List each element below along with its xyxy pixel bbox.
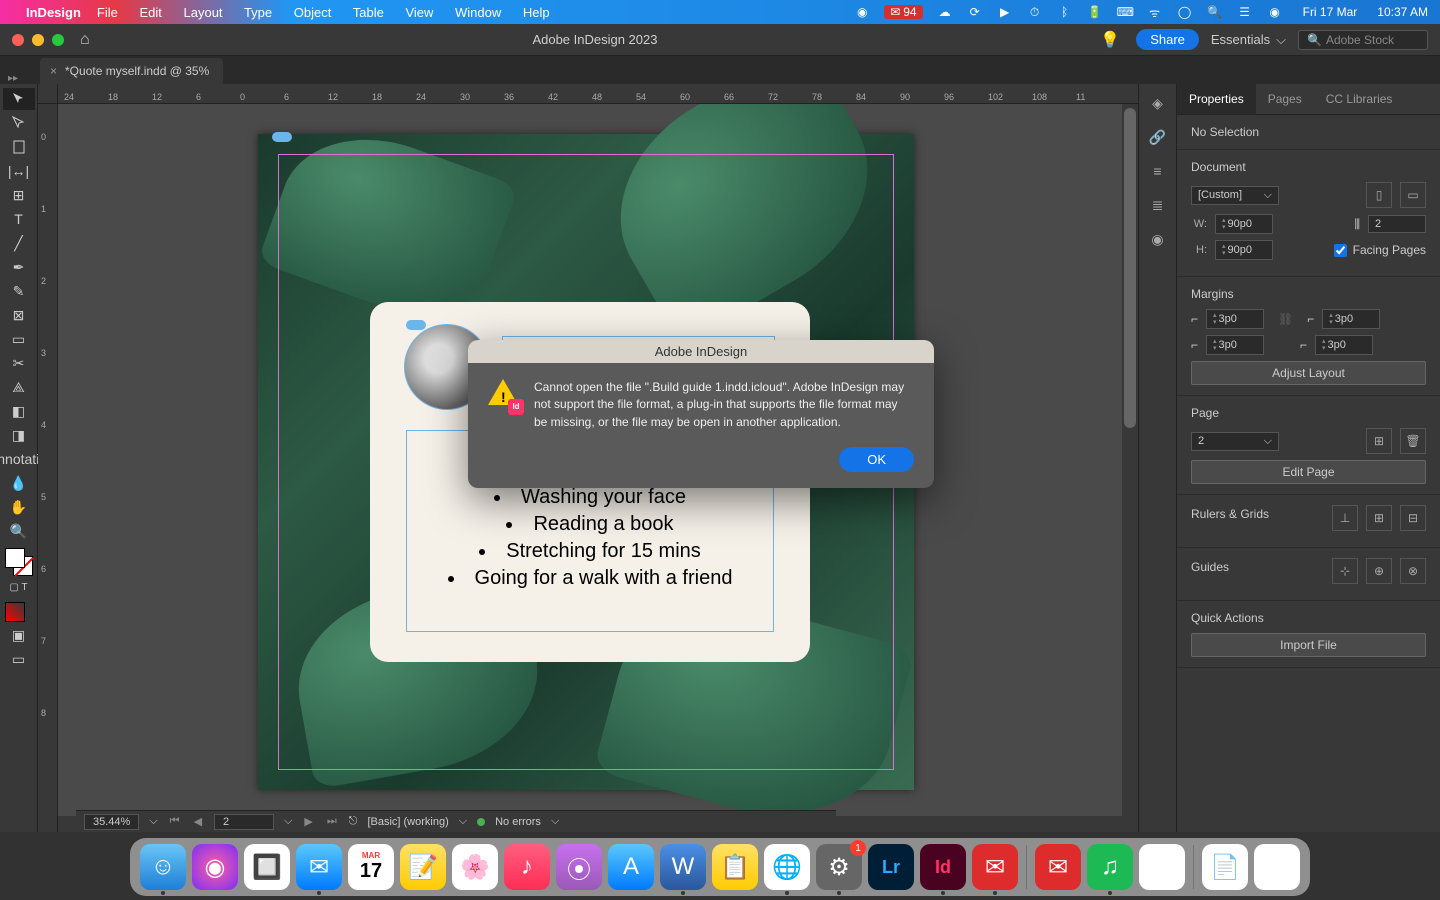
dock-trash[interactable]: 🗑: [1254, 844, 1300, 890]
dock-separator: [1026, 845, 1027, 889]
dock-separator: [1193, 845, 1194, 889]
dock-app-mail3[interactable]: ✉: [1035, 844, 1081, 890]
dock-badge: 1: [850, 840, 866, 856]
dock-launchpad[interactable]: 🔲: [244, 844, 290, 890]
dock-photos[interactable]: 🌸: [452, 844, 498, 890]
dock-finder[interactable]: ☺: [140, 844, 186, 890]
dock-calendar[interactable]: MAR17: [348, 844, 394, 890]
dock-podcasts[interactable]: ⦿: [556, 844, 602, 890]
dock-spotify[interactable]: ♫: [1087, 844, 1133, 890]
dock-chrome[interactable]: 🌐: [764, 844, 810, 890]
dock-settings[interactable]: ⚙1: [816, 844, 862, 890]
dock-notes[interactable]: 📝: [400, 844, 446, 890]
dock-lightroom[interactable]: Lr: [868, 844, 914, 890]
ok-button[interactable]: OK: [839, 447, 914, 472]
dock-preview[interactable]: 🖼: [1139, 844, 1185, 890]
dialog-backdrop: Adobe InDesign !Id Cannot open the file …: [0, 0, 1440, 900]
dock-word[interactable]: W: [660, 844, 706, 890]
dock-stickies[interactable]: 📋: [712, 844, 758, 890]
dialog-title: Adobe InDesign: [468, 340, 934, 363]
dock-siri[interactable]: ◉: [192, 844, 238, 890]
dock-appstore[interactable]: A: [608, 844, 654, 890]
error-dialog: Adobe InDesign !Id Cannot open the file …: [468, 340, 934, 488]
dock-music[interactable]: ♪: [504, 844, 550, 890]
warning-icon: !Id: [488, 379, 520, 411]
dock-mail2[interactable]: ✉: [972, 844, 1018, 890]
dialog-message: Cannot open the file ".Build guide 1.ind…: [534, 379, 914, 431]
dock-document[interactable]: 📄: [1202, 844, 1248, 890]
dock-indesign[interactable]: Id: [920, 844, 966, 890]
dock-mail[interactable]: ✉: [296, 844, 342, 890]
dock: ☺ ◉ 🔲 ✉ MAR17 📝 🌸 ♪ ⦿ A W 📋 🌐 ⚙1 Lr Id ✉…: [130, 838, 1310, 896]
